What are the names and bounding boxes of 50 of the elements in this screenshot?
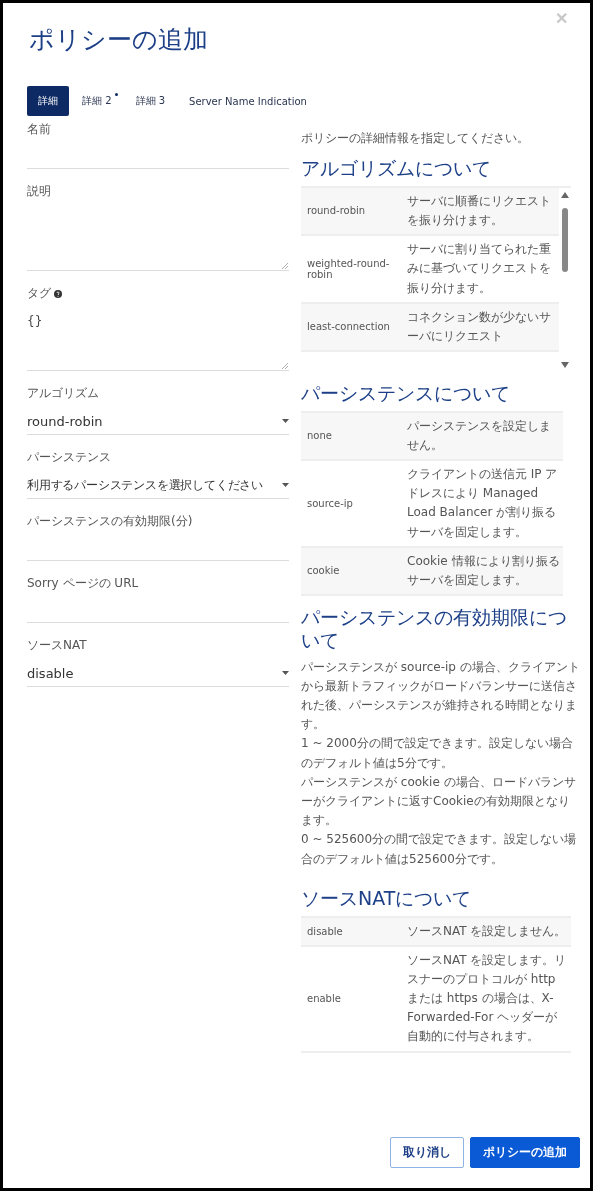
table-cell-text: least-connection <box>306 321 391 333</box>
table-cell-text: サーバに割り当てられた重みに基づいてリクエストを振り分けます。 <box>407 241 552 297</box>
tab[interactable]: 詳細 2 <box>71 86 123 116</box>
table-cell-text: クライアントの送信元 IP アドレスにより Managed Load Balancer が割り振るサーバを固定します。 <box>407 465 559 541</box>
table-cell-text: コネクション数が少ないサーバにリクエスト <box>407 308 552 345</box>
help-icon[interactable] <box>54 289 62 298</box>
section-heading: パーシステンスについて <box>301 381 511 405</box>
table-cell-text: weighted-round-robin <box>306 257 391 280</box>
help-paragraph: パーシステンスが source-ip の場合、クライアントから最新トラフィックがロードバランサーに送信された後、パーシステンスが維持される時間となります。 <box>301 658 580 734</box>
table-cell-text: disable <box>306 925 344 937</box>
dropdown-caret-icon <box>282 671 289 675</box>
text-area[interactable]: {} <box>27 302 289 371</box>
section-heading: ソースNATについて <box>301 886 473 910</box>
field-label: タグ <box>27 285 289 302</box>
help-paragraph: 1 ~ 2000分の間で設定できます。設定しない場合のデフォルト値は5分です。 <box>301 735 574 772</box>
table-cell-text: Cookie 情報により割り振るサーバを固定します。 <box>407 552 561 589</box>
table-cell-text: cookie <box>306 565 341 577</box>
dialog-title: ポリシーの追加 <box>29 24 209 56</box>
resize-handle-icon[interactable] <box>282 263 288 269</box>
field-label: Sorry ページの URL <box>27 575 140 592</box>
cancel-button[interactable]: 取り消し <box>390 1137 464 1168</box>
help-paragraph: パーシステンスが cookie の場合、ロードバランサーがクライアントに返すCookieの有効期限となります。 <box>301 773 577 830</box>
dropdown-caret-icon <box>282 419 289 423</box>
table-cell-text: round-robin <box>306 205 367 217</box>
resize-handle-icon[interactable] <box>282 363 288 369</box>
dropdown-caret-icon <box>282 483 289 487</box>
field-label: パーシステンス <box>27 449 112 466</box>
table-cell-text: パーシステンスを設定しません。 <box>407 417 552 454</box>
dropdown-select[interactable]: disable <box>27 660 289 687</box>
table-cell-text: ソースNAT を設定します。リスナーのプロトコルが http または https の場合は、X-Forwarded-For ヘッダーが自動的に付与されます。 <box>407 951 568 1046</box>
field-label: パーシステンスの有効期限(分) <box>27 513 194 530</box>
tab[interactable]: 詳細 <box>27 86 69 116</box>
dropdown-select[interactable]: 利用するパーシステンスを選択してください <box>27 472 289 499</box>
field-label: ソースNAT <box>27 637 88 654</box>
table-cell-text: none <box>306 430 333 442</box>
table-cell-text: enable <box>306 993 342 1005</box>
submit-button[interactable]: ポリシーの追加 <box>470 1137 580 1168</box>
dropdown-select[interactable]: round-robin <box>27 408 289 435</box>
field-label: アルゴリズム <box>27 385 100 402</box>
table-cell-text: source-ip <box>306 497 354 509</box>
tab[interactable]: 詳細 3 <box>124 86 177 116</box>
field-label: 名前 <box>27 121 52 138</box>
help-intro: ポリシーの詳細情報を指定してください。 <box>301 130 530 147</box>
tab[interactable]: Server Name Indication <box>178 86 318 116</box>
help-paragraph: 0 ~ 525600分の間で設定できます。設定しない場合のデフォルト値は525600分です。 <box>301 831 578 868</box>
field-label: 説明 <box>27 183 52 200</box>
table-cell-text: サーバに順番にリクエストを振り分けます。 <box>407 192 552 229</box>
section-heading: パーシステンスの有効期限について <box>301 606 568 652</box>
table-cell-text: ソースNAT を設定しません。 <box>407 922 568 940</box>
section-heading: アルゴリズムについて <box>301 157 492 180</box>
